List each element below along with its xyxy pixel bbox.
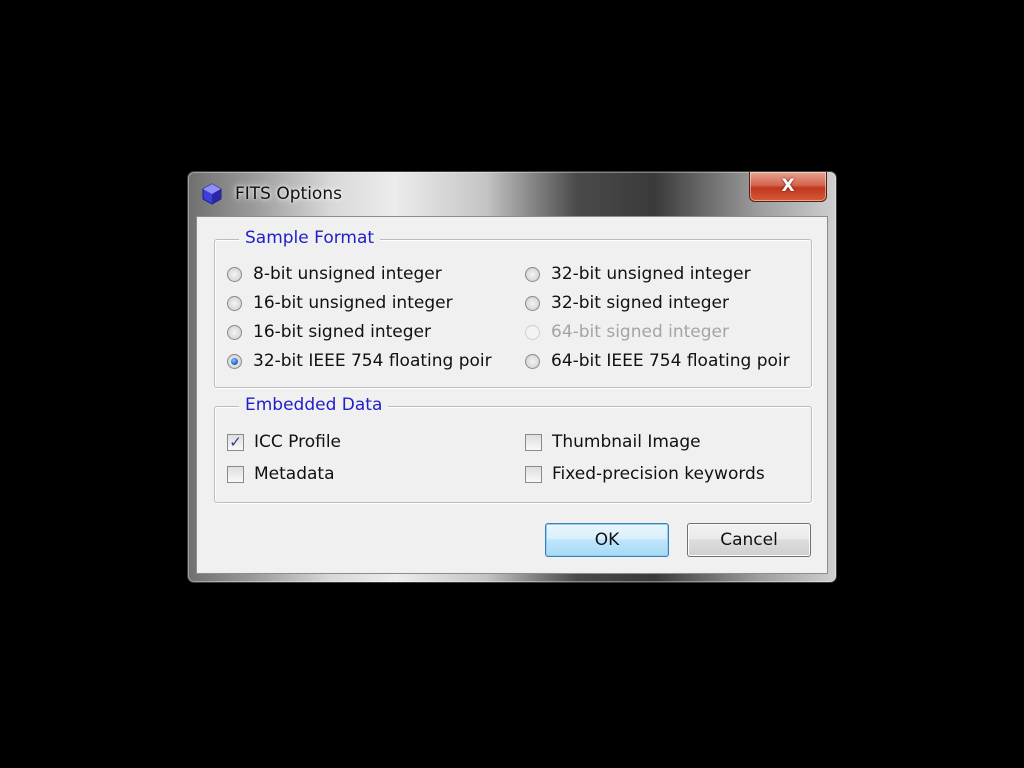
radio-button-disabled bbox=[525, 324, 540, 340]
radio-button[interactable] bbox=[227, 266, 242, 282]
checkbox-checked[interactable]: ✓ bbox=[227, 432, 244, 451]
radio-button[interactable] bbox=[525, 353, 540, 369]
option-label: 8-bit unsigned integer bbox=[253, 264, 442, 284]
option-label: 16-bit signed integer bbox=[253, 322, 432, 342]
radio-32bit-float[interactable]: 32-bit IEEE 754 floating poir bbox=[227, 351, 492, 371]
option-label: 32-bit unsigned integer bbox=[551, 264, 751, 284]
option-label: 64-bit IEEE 754 floating poir bbox=[551, 351, 790, 371]
radio-16bit-unsigned[interactable]: 16-bit unsigned integer bbox=[227, 293, 453, 313]
sample-format-group: Sample Format 8-bit unsigned integer 16-… bbox=[214, 227, 812, 388]
option-label: Metadata bbox=[254, 464, 335, 484]
option-label: ICC Profile bbox=[254, 432, 342, 452]
option-label: 16-bit unsigned integer bbox=[253, 293, 453, 313]
radio-16bit-signed[interactable]: 16-bit signed integer bbox=[227, 322, 431, 342]
checkbox[interactable] bbox=[525, 465, 542, 483]
radio-button[interactable] bbox=[525, 295, 540, 311]
sample-format-title: Sample Format bbox=[239, 227, 381, 249]
ok-button[interactable]: OK bbox=[545, 523, 669, 557]
radio-button[interactable] bbox=[227, 295, 242, 311]
embedded-data-group: Embedded Data ✓ ICC Profile Metadata Thu… bbox=[214, 394, 812, 503]
checkbox[interactable] bbox=[525, 433, 542, 451]
cancel-button[interactable]: Cancel bbox=[687, 523, 811, 557]
radio-32bit-unsigned[interactable]: 32-bit unsigned integer bbox=[525, 264, 751, 284]
radio-button-selected[interactable] bbox=[227, 353, 242, 369]
fits-options-dialog: FITS Options X Sample Format 8-bit unsig… bbox=[187, 171, 837, 583]
checkbox[interactable] bbox=[227, 465, 244, 483]
check-icon: ✓ bbox=[229, 432, 242, 451]
close-button[interactable]: X bbox=[749, 172, 827, 202]
checkbox-icc-profile[interactable]: ✓ ICC Profile bbox=[227, 432, 341, 452]
dialog-client-area: Sample Format 8-bit unsigned integer 16-… bbox=[196, 216, 828, 574]
checkbox-fixed-precision[interactable]: Fixed-precision keywords bbox=[525, 464, 765, 484]
radio-64bit-signed: 64-bit signed integer bbox=[525, 322, 729, 342]
radio-button[interactable] bbox=[525, 266, 540, 282]
app-icon bbox=[202, 183, 222, 205]
option-label: 32-bit signed integer bbox=[551, 293, 730, 313]
option-label: 64-bit signed integer bbox=[551, 322, 730, 342]
checkbox-metadata[interactable]: Metadata bbox=[227, 464, 335, 484]
radio-button[interactable] bbox=[227, 324, 242, 340]
title-bar[interactable]: FITS Options X bbox=[188, 172, 836, 216]
radio-64bit-float[interactable]: 64-bit IEEE 754 floating poir bbox=[525, 351, 790, 371]
close-icon: X bbox=[781, 176, 795, 196]
radio-32bit-signed[interactable]: 32-bit signed integer bbox=[525, 293, 729, 313]
radio-8bit-unsigned[interactable]: 8-bit unsigned integer bbox=[227, 264, 442, 284]
option-label: Thumbnail Image bbox=[552, 432, 701, 452]
window-title: FITS Options bbox=[235, 184, 342, 204]
option-label: 32-bit IEEE 754 floating poir bbox=[253, 351, 492, 371]
option-label: Fixed-precision keywords bbox=[552, 464, 765, 484]
checkbox-thumbnail-image[interactable]: Thumbnail Image bbox=[525, 432, 701, 452]
embedded-data-title: Embedded Data bbox=[239, 394, 389, 416]
